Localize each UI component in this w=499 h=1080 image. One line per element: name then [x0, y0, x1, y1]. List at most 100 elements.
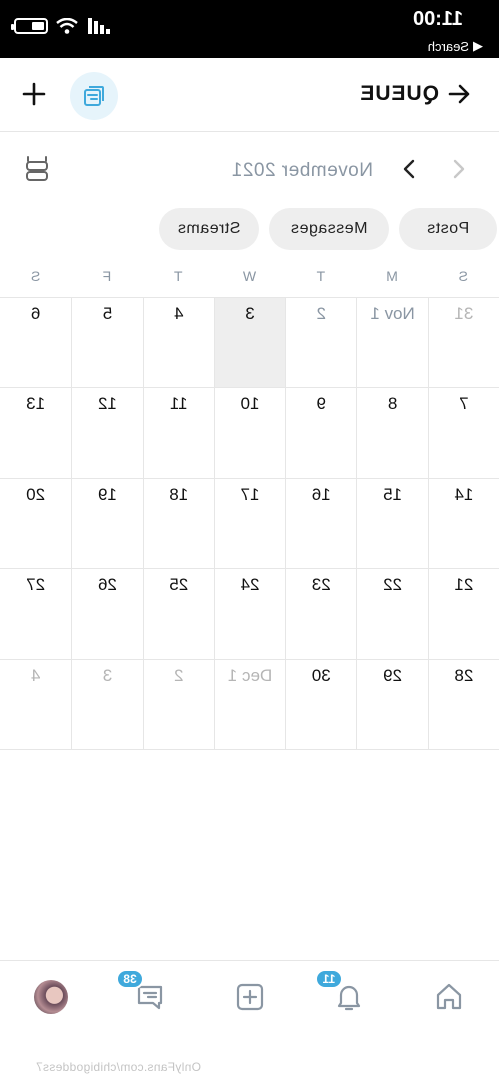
- plus-icon: [22, 82, 46, 106]
- day-number: 8: [387, 394, 398, 414]
- nav-profile-button[interactable]: [31, 977, 71, 1017]
- plus-square-icon: [236, 983, 264, 1011]
- calendar-day[interactable]: 21: [427, 569, 499, 659]
- calendar-day[interactable]: 31: [427, 298, 499, 388]
- calendar-day[interactable]: 13: [0, 388, 71, 477]
- day-number: 3: [102, 665, 113, 685]
- nav-create-button[interactable]: [230, 977, 270, 1017]
- add-button[interactable]: [18, 78, 50, 110]
- calendar-day[interactable]: 19: [71, 478, 143, 569]
- filter-posts-chip[interactable]: Posts: [399, 208, 497, 250]
- arrow-left-icon: [448, 84, 470, 104]
- calendar-day[interactable]: 28: [427, 659, 499, 749]
- day-number: 21: [454, 575, 474, 595]
- day-number: Nov 1: [370, 304, 415, 323]
- back-button[interactable]: [443, 78, 475, 110]
- day-number: 7: [459, 394, 469, 414]
- messages-badge: 38: [116, 969, 144, 989]
- avatar: [34, 980, 68, 1014]
- calendar-day[interactable]: 2: [142, 659, 214, 749]
- calendar-day[interactable]: 10: [213, 388, 286, 478]
- nav-messages-button[interactable]: 38: [116, 969, 170, 1017]
- calendar-day[interactable]: 3: [71, 659, 143, 749]
- day-number: 24: [240, 575, 260, 595]
- month-label: November 2021: [231, 160, 373, 181]
- calendar-day[interactable]: 2: [285, 298, 357, 388]
- calendar-day[interactable]: 7: [427, 388, 499, 478]
- calendar-day-today[interactable]: 3: [213, 298, 286, 388]
- calendar-day[interactable]: 24: [213, 569, 286, 659]
- filter-streams-chip[interactable]: Streams: [159, 208, 259, 250]
- calendar-day[interactable]: 11: [142, 388, 214, 478]
- calendar-day[interactable]: 4: [0, 660, 71, 749]
- calendar-day[interactable]: 25: [142, 569, 214, 659]
- day-number: 28: [454, 665, 474, 685]
- calendar-day[interactable]: 22: [356, 569, 428, 659]
- wifi-icon: [56, 18, 78, 34]
- calendar-day[interactable]: 8: [356, 388, 428, 478]
- day-number: 3: [245, 304, 255, 323]
- day-number: 2: [174, 665, 184, 685]
- calendar-day[interactable]: 29: [356, 659, 428, 749]
- day-number: 16: [311, 484, 331, 504]
- status-time: 11:00: [412, 8, 463, 30]
- calendar-layout-icon: [26, 156, 48, 181]
- calendar-day[interactable]: 4: [142, 298, 214, 388]
- day-number: 11: [169, 394, 188, 414]
- status-back-link[interactable]: ◀ Search: [428, 38, 483, 54]
- calendar-day[interactable]: 20: [0, 479, 71, 568]
- day-number: 9: [316, 394, 327, 414]
- calendar-day[interactable]: 14: [427, 478, 499, 569]
- calendar-day[interactable]: 17: [213, 478, 286, 569]
- day-number: 17: [240, 484, 260, 504]
- weekday-header: S M T W T F S: [0, 268, 499, 288]
- page-title: QUEUE: [359, 82, 439, 105]
- day-number: 4: [174, 304, 184, 323]
- day-number: 22: [383, 575, 403, 595]
- nav-home-button[interactable]: [429, 977, 469, 1017]
- calendar-week: 28 29 30 Dec 1 2 3 4: [0, 659, 499, 750]
- calendar-day[interactable]: 30: [285, 659, 357, 749]
- day-number: 5: [102, 304, 113, 323]
- day-number: 13: [26, 394, 46, 414]
- list-view-button[interactable]: [70, 72, 118, 120]
- filter-messages-chip[interactable]: Messages: [269, 208, 389, 250]
- day-number: 14: [454, 484, 474, 504]
- day-number: 4: [30, 665, 41, 685]
- calendar-layout-button[interactable]: [22, 154, 52, 186]
- day-number: 31: [454, 304, 474, 323]
- calendar-day[interactable]: 23: [285, 569, 357, 659]
- nav-notifications-button[interactable]: 11: [315, 969, 369, 1017]
- header: QUEUE: [0, 58, 499, 132]
- calendar-day[interactable]: 12: [71, 388, 143, 478]
- day-number: 2: [316, 304, 327, 323]
- next-month-button[interactable]: [395, 154, 425, 184]
- calendar-day[interactable]: 9: [285, 388, 357, 478]
- weekday-tue: T: [316, 268, 326, 284]
- weekday-mon: M: [386, 268, 398, 284]
- chevron-right-icon: [403, 159, 415, 179]
- calendar-day[interactable]: Dec 1: [213, 659, 286, 749]
- prev-month-button[interactable]: [443, 154, 473, 184]
- day-number: 27: [26, 575, 46, 595]
- calendar-day[interactable]: 27: [0, 569, 71, 658]
- day-number: 10: [240, 394, 260, 414]
- calendar-day[interactable]: 26: [71, 569, 143, 659]
- calendar-day[interactable]: 5: [71, 298, 143, 388]
- day-number: 20: [26, 484, 46, 504]
- weekday-fri: F: [102, 268, 112, 284]
- calendar-day[interactable]: Nov 1: [356, 298, 428, 388]
- day-number: 15: [383, 484, 403, 504]
- day-number: 6: [30, 304, 41, 323]
- calendar-day[interactable]: 15: [356, 478, 428, 569]
- day-number: 23: [311, 575, 331, 595]
- bottom-nav: 11 38: [0, 960, 499, 1038]
- month-nav: November 2021: [0, 140, 499, 202]
- day-number: Dec 1: [227, 665, 273, 685]
- signal-icon: [88, 18, 110, 34]
- calendar-day[interactable]: 18: [142, 478, 214, 569]
- calendar-day[interactable]: 6: [0, 298, 71, 387]
- calendar-week: 7 8 9 10 11 12 13: [0, 388, 499, 479]
- calendar-day[interactable]: 16: [285, 478, 357, 569]
- status-icons: [14, 18, 110, 34]
